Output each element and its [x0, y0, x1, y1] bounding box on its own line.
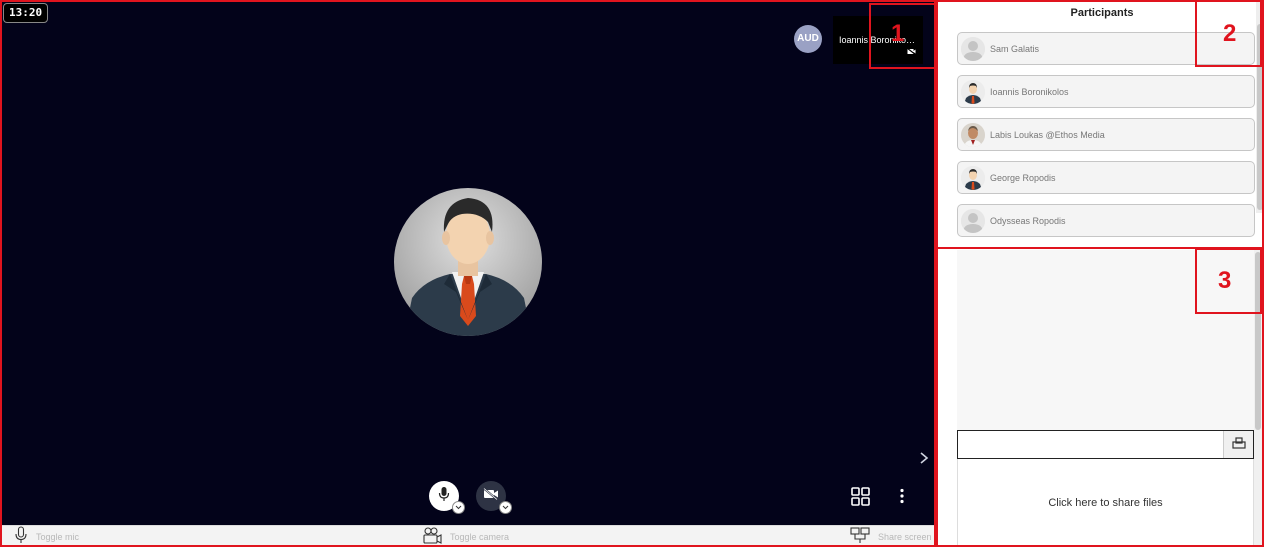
annotation-box-main: [0, 0, 936, 547]
annotation-number-3: 3: [1218, 267, 1232, 294]
annotation-number-1: 1: [891, 20, 905, 47]
annotation-number-2: 2: [1223, 20, 1237, 47]
